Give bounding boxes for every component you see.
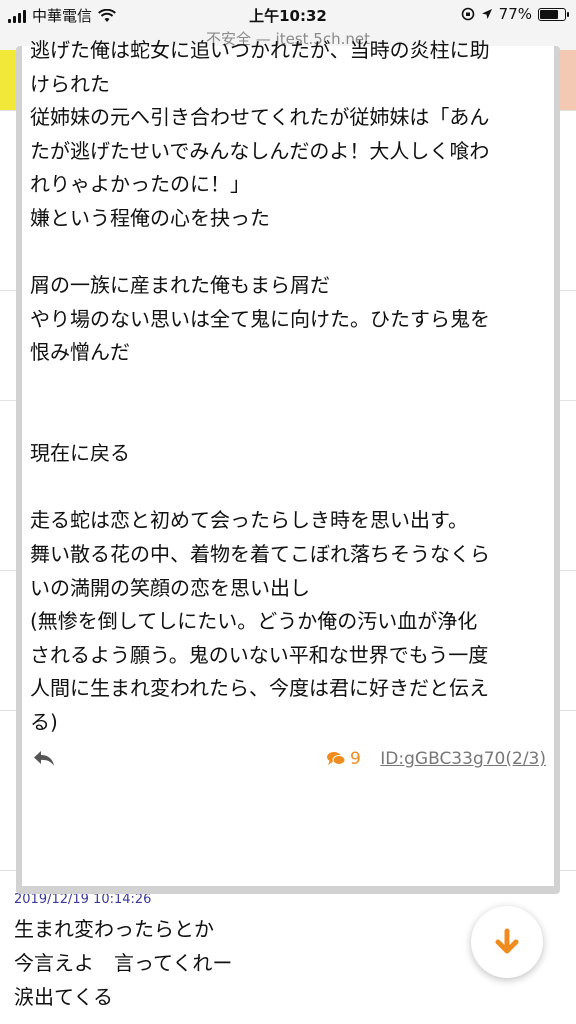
post-footer: 9 ID:gGBC33g70(2/3) (22, 746, 554, 776)
post-line: (無惨を倒してしにたい。どうか俺の汚い血が浄化 (30, 609, 478, 634)
post-body: 逃げた俺は蛇女に追いつかれたが、当時の炎柱に助 けられた従姉妹の元へ引き合わせてく… (30, 34, 550, 739)
rotation-lock-icon (461, 7, 474, 21)
post-line: れりゃよかったのに！」 (30, 172, 250, 197)
post-line (30, 370, 550, 404)
status-bar: 中華電信 上午10:32 77% (0, 0, 576, 28)
post-line: 現在に戻る (30, 441, 130, 466)
post-line: 舞い散る花の中、着物を着てこぼれ落ちそうなくら (30, 541, 490, 566)
post-popup: 逃げた俺は蛇女に追いつかれたが、当時の炎柱に助 けられた従姉妹の元へ引き合わせてく… (16, 38, 560, 894)
post-line: 恨み憎んだ (30, 340, 130, 365)
battery-icon (538, 7, 569, 21)
post-date: 2019/12/19 10:14:26 (14, 892, 152, 907)
reply-count: 9 (350, 749, 361, 769)
post-line: 走る蛇は恋と初めて会ったらしき時を思い出す。 (30, 508, 468, 533)
down-arrow-icon (495, 928, 519, 954)
post-line: 屑の一族に産まれた俺もまら屑だ (30, 273, 330, 298)
popup-content: 逃げた俺は蛇女に追いつかれたが、当時の炎柱に助 けられた従姉妹の元へ引き合わせてく… (22, 38, 554, 886)
post-line: 嫌という程俺の心を抉った (30, 205, 270, 230)
post-line: 従姉妹の元へ引き合わせてくれたが従姉妹は「あん (30, 105, 490, 130)
scroll-down-button[interactable] (471, 906, 543, 978)
post-line: 生まれ変わったらとか (14, 917, 214, 941)
post-line: たが逃げたせいでみんなしんだのよ！大人しく喰わ (30, 138, 490, 163)
underlying-post-body: 生まれ変わったらとか 今言えよ 言ってくれー 涙出てくる (14, 912, 232, 1014)
post-line: やり場のない思いは全て鬼に向けた。ひたすら鬼を (30, 306, 490, 331)
reply-count-link[interactable]: 9 (326, 749, 361, 769)
post-id-link[interactable]: ID:gGBC33g70(2/3) (380, 749, 546, 769)
post-line: 人間に生まれ変われたら、今度は君に好きだと伝え (30, 676, 489, 701)
location-icon (481, 9, 492, 19)
comment-bubble-icon (327, 752, 346, 765)
post-line (30, 404, 550, 438)
battery-percent: 77% (498, 5, 532, 23)
thumbnail-right (558, 50, 576, 110)
post-line: 涙出てくる (14, 985, 113, 1009)
post-line (30, 471, 550, 505)
post-line: けられた (30, 71, 110, 96)
post-line: されるよう願う。鬼のいない平和な世界でもう一度 (30, 642, 489, 667)
battery-fill (540, 9, 558, 19)
post-line (30, 236, 550, 270)
post-line: る) (30, 709, 58, 734)
post-line: いの満開の笑顔の恋を思い出し (30, 575, 310, 600)
status-right: 77% (461, 5, 569, 23)
post-line: 逃げた俺は蛇女に追いつかれたが、当時の炎柱に助 (30, 38, 490, 62)
reply-arrow-icon[interactable] (32, 748, 56, 768)
post-line: 今言えよ 言ってくれー (14, 951, 233, 975)
